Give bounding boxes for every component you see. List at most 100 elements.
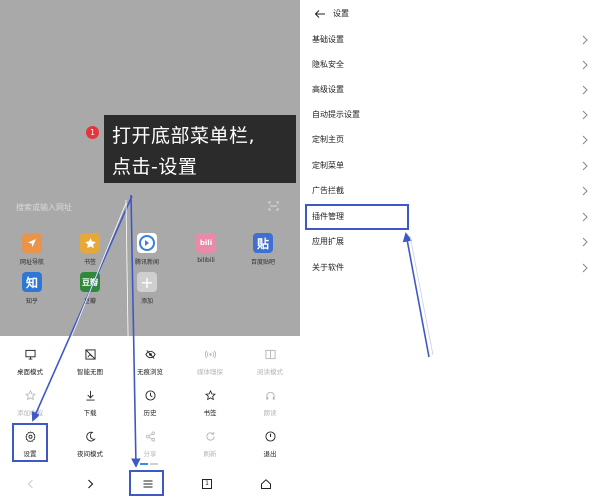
site-label: 书签 bbox=[83, 259, 96, 266]
site-label: 添加 bbox=[140, 298, 153, 305]
site-bookmarks[interactable]: 书签 bbox=[70, 233, 110, 266]
menu-item-label: 智能无图 bbox=[77, 368, 103, 376]
menu-item-label: 媒体嗅探 bbox=[197, 368, 223, 376]
navigation-icon bbox=[22, 233, 42, 253]
settings-item-label: 关于软件 bbox=[312, 263, 344, 272]
menu-item-exit[interactable]: 退出 bbox=[240, 431, 300, 458]
search-input[interactable]: 搜索或输入网址 bbox=[16, 202, 72, 213]
site-add[interactable]: + 添加 bbox=[127, 272, 167, 305]
settings-item-custom-home[interactable]: 定制主页 bbox=[300, 127, 600, 152]
settings-item-label: 广告拦截 bbox=[312, 186, 344, 195]
incognito-icon bbox=[144, 350, 156, 359]
zhihu-icon: 知 bbox=[22, 272, 42, 292]
menu-item-add-favorite[interactable]: 添加收藏 bbox=[0, 390, 60, 417]
menu-item-media-sniff[interactable]: 媒体嗅探 bbox=[180, 349, 240, 376]
refresh-icon bbox=[205, 431, 215, 441]
chevron-right-icon bbox=[582, 161, 588, 171]
menu-item-read-aloud[interactable]: 朗读 bbox=[240, 390, 300, 417]
settings-item-privacy[interactable]: 隐私安全 bbox=[300, 52, 600, 77]
headphones-icon bbox=[265, 391, 275, 400]
menu-item-label: 夜间模式 bbox=[77, 450, 103, 458]
menu-item-label: 朗读 bbox=[263, 409, 277, 417]
site-label: 豆瓣 bbox=[83, 298, 96, 305]
settings-item-custom-menu[interactable]: 定制菜单 bbox=[300, 153, 600, 178]
menu-item-label: 添加收藏 bbox=[17, 409, 43, 417]
callout-line-1: 打开底部菜单栏, bbox=[112, 125, 256, 147]
star-outline-icon bbox=[24, 390, 36, 401]
settings-item-advanced[interactable]: 高级设置 bbox=[300, 77, 600, 102]
highlight-menu bbox=[129, 470, 164, 496]
menu-item-label: 分享 bbox=[143, 450, 157, 458]
back-arrow-icon[interactable] bbox=[25, 478, 37, 490]
settings-item-auto-suggest[interactable]: 自动提示设置 bbox=[300, 102, 600, 127]
forward-arrow-icon[interactable] bbox=[84, 478, 96, 490]
site-label: 知乎 bbox=[25, 298, 38, 305]
highlight-settings bbox=[12, 423, 48, 462]
share-icon bbox=[145, 431, 155, 442]
add-icon: + bbox=[137, 272, 157, 292]
menu-item-history[interactable]: 历史 bbox=[120, 390, 180, 417]
site-label: 腾讯新闻 bbox=[134, 259, 159, 266]
settings-item-basic[interactable]: 基础设置 bbox=[300, 27, 600, 52]
bilibili-icon: bili bbox=[196, 233, 216, 253]
browser-home-screen: 搜索或输入网址 网址导航 书签 腾讯新闻 bili bilibili 贴 百度贴… bbox=[0, 0, 300, 499]
settings-item-label: 自动提示设置 bbox=[312, 110, 360, 119]
settings-item-extensions[interactable]: 应用扩展 bbox=[300, 229, 600, 254]
tabs-count: 1 bbox=[205, 480, 209, 487]
menu-item-label: 下载 bbox=[83, 409, 97, 417]
callout-line-2: 点击-设置 bbox=[112, 156, 198, 178]
site-zhihu[interactable]: 知 知乎 bbox=[12, 272, 52, 305]
menu-item-no-image[interactable]: 智能无图 bbox=[60, 349, 120, 376]
menu-item-reading-mode[interactable]: 阅读模式 bbox=[240, 349, 300, 376]
settings-item-about[interactable]: 关于软件 bbox=[300, 255, 600, 280]
menu-item-label: 书签 bbox=[203, 409, 217, 417]
download-icon bbox=[85, 390, 95, 401]
tieba-icon: 贴 bbox=[253, 233, 273, 253]
menu-item-desktop-mode[interactable]: 桌面模式 bbox=[0, 349, 60, 376]
back-arrow-icon[interactable] bbox=[314, 9, 326, 19]
menu-item-label: 退出 bbox=[263, 450, 277, 458]
site-tencent-news[interactable]: 腾讯新闻 bbox=[127, 233, 167, 266]
chevron-right-icon bbox=[582, 237, 588, 247]
settings-item-label: 应用扩展 bbox=[312, 237, 344, 246]
site-navigation[interactable]: 网址导航 bbox=[12, 233, 52, 266]
menu-item-label: 桌面模式 bbox=[17, 368, 43, 376]
desktop-icon bbox=[24, 349, 36, 360]
history-icon bbox=[144, 390, 156, 401]
menu-item-refresh[interactable]: 刷新 bbox=[180, 431, 240, 458]
site-label: 百度贴吧 bbox=[250, 259, 275, 266]
tencent-news-icon bbox=[137, 233, 157, 253]
douban-icon: 豆瓣 bbox=[80, 272, 100, 292]
chevron-right-icon bbox=[582, 35, 588, 45]
tabs-icon[interactable]: 1 bbox=[201, 478, 213, 490]
menu-item-incognito[interactable]: 无痕浏览 bbox=[120, 349, 180, 376]
menu-item-label: 阅读模式 bbox=[257, 368, 283, 376]
site-bilibili[interactable]: bili bilibili bbox=[186, 233, 226, 264]
menu-item-share[interactable]: 分享 bbox=[120, 431, 180, 458]
star-icon bbox=[80, 233, 100, 253]
highlight-plugins bbox=[305, 204, 409, 230]
menu-item-bookmarks[interactable]: 书签 bbox=[180, 390, 240, 417]
site-tieba[interactable]: 贴 百度贴吧 bbox=[243, 233, 283, 266]
chevron-right-icon bbox=[582, 135, 588, 145]
moon-icon bbox=[85, 431, 96, 442]
menu-item-label: 历史 bbox=[143, 409, 157, 417]
settings-item-label: 定制菜单 bbox=[312, 161, 344, 170]
settings-item-label: 定制主页 bbox=[312, 135, 344, 144]
menu-item-label: 刷新 bbox=[203, 450, 217, 458]
site-label: 网址导航 bbox=[19, 259, 44, 266]
home-icon[interactable] bbox=[260, 478, 272, 490]
site-douban[interactable]: 豆瓣 豆瓣 bbox=[70, 272, 110, 305]
scan-icon[interactable] bbox=[268, 201, 279, 211]
settings-item-ad-block[interactable]: 广告拦截 bbox=[300, 178, 600, 203]
menu-item-download[interactable]: 下载 bbox=[60, 390, 120, 417]
menu-item-night-mode[interactable]: 夜间模式 bbox=[60, 431, 120, 458]
reading-icon bbox=[264, 349, 276, 360]
power-icon bbox=[264, 431, 276, 442]
site-label: bilibili bbox=[197, 257, 215, 264]
settings-item-label: 基础设置 bbox=[312, 35, 344, 44]
menu-item-label: 无痕浏览 bbox=[137, 368, 163, 376]
media-sniff-icon bbox=[204, 350, 216, 359]
settings-item-label: 隐私安全 bbox=[312, 60, 344, 69]
page-indicator bbox=[150, 463, 158, 465]
